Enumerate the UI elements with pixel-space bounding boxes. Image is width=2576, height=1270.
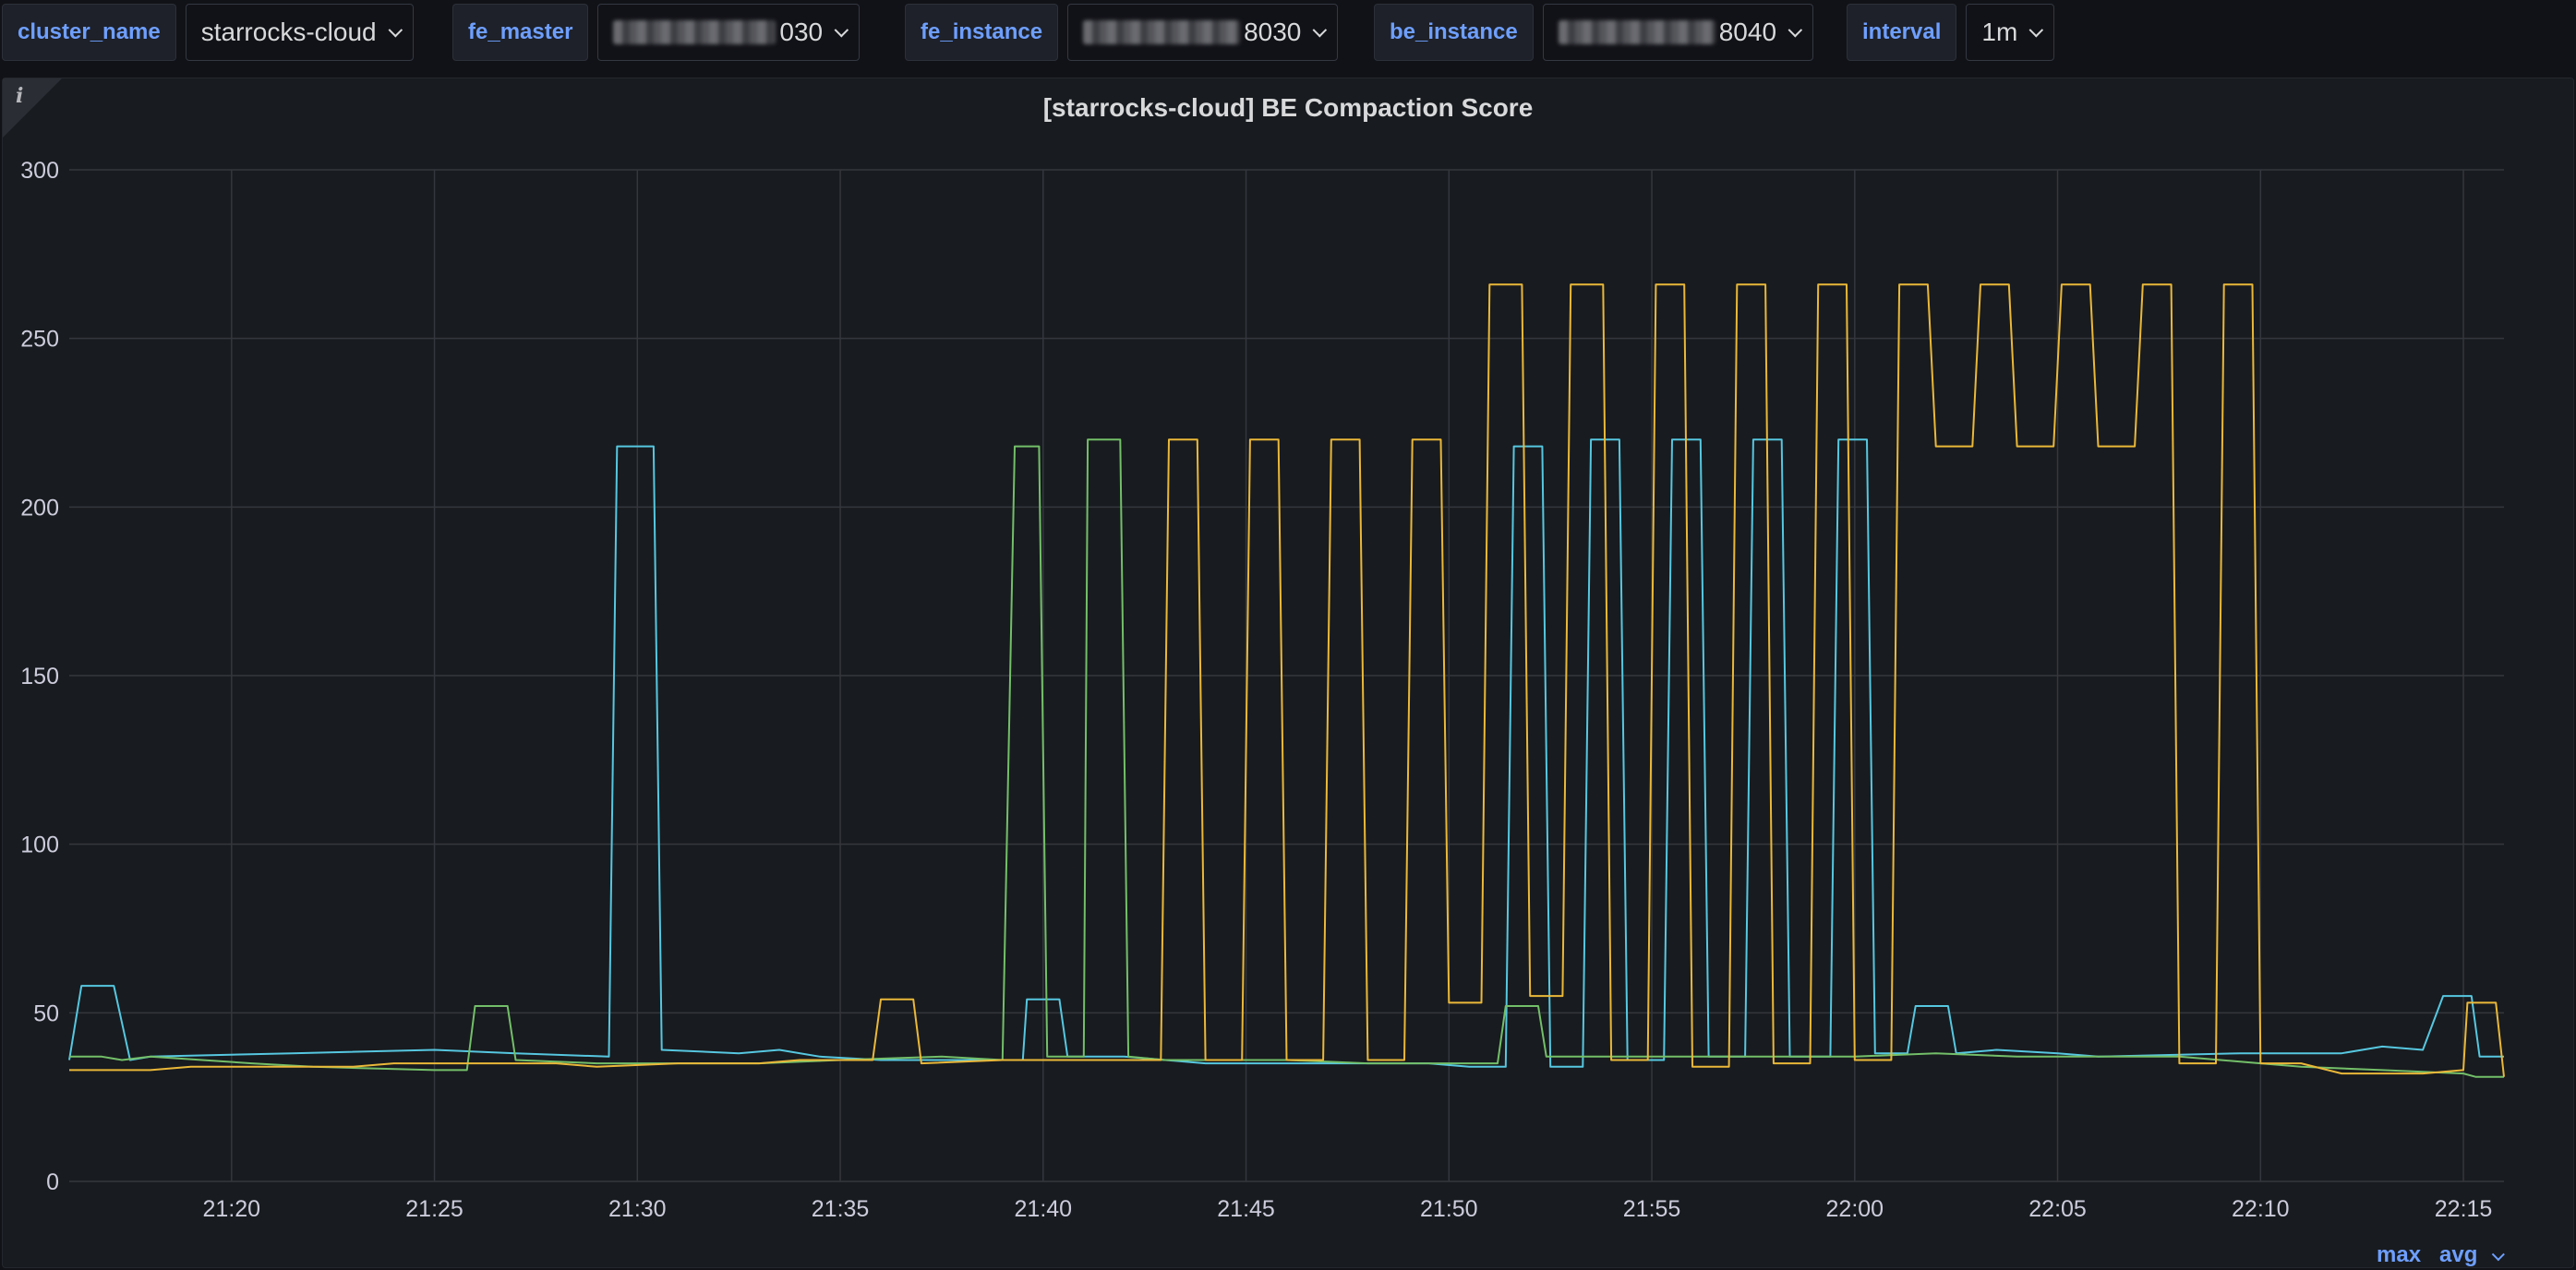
y-tick-label: 200 (20, 495, 59, 521)
x-tick-label: 21:35 (812, 1196, 870, 1222)
compaction-score-chart: 0 50 100 150 200 250 300 21:20 21:25 21:30 21:35 21… (20, 158, 2505, 1222)
x-tick-label: 21:45 (1217, 1196, 1275, 1222)
x-tick-label: 21:25 (405, 1196, 463, 1222)
y-tick-label: 100 (20, 833, 59, 858)
x-tick-label: 21:20 (203, 1196, 261, 1222)
y-tick-label: 300 (20, 158, 59, 184)
x-tick-label: 22:10 (2232, 1196, 2290, 1222)
y-tick-label: 150 (20, 664, 59, 689)
x-tick-label: 21:40 (1015, 1196, 1073, 1222)
x-tick-label: 21:30 (608, 1196, 667, 1222)
x-tick-label: 22:15 (2435, 1196, 2493, 1222)
x-tick-label: 21:50 (1420, 1196, 1478, 1222)
y-tick-label: 50 (33, 1000, 59, 1026)
x-tick-label: 22:05 (2028, 1196, 2087, 1222)
legend-avg-label: avg (2439, 1242, 2478, 1267)
y-tick-label: 250 (20, 327, 59, 353)
y-tick-label: 0 (46, 1169, 59, 1195)
legend-max-toggle[interactable]: max (2377, 1242, 2421, 1268)
legend-avg-toggle[interactable]: avg (2439, 1242, 2505, 1268)
x-tick-label: 22:00 (1826, 1196, 1884, 1222)
x-tick-label: 21:55 (1623, 1196, 1681, 1222)
